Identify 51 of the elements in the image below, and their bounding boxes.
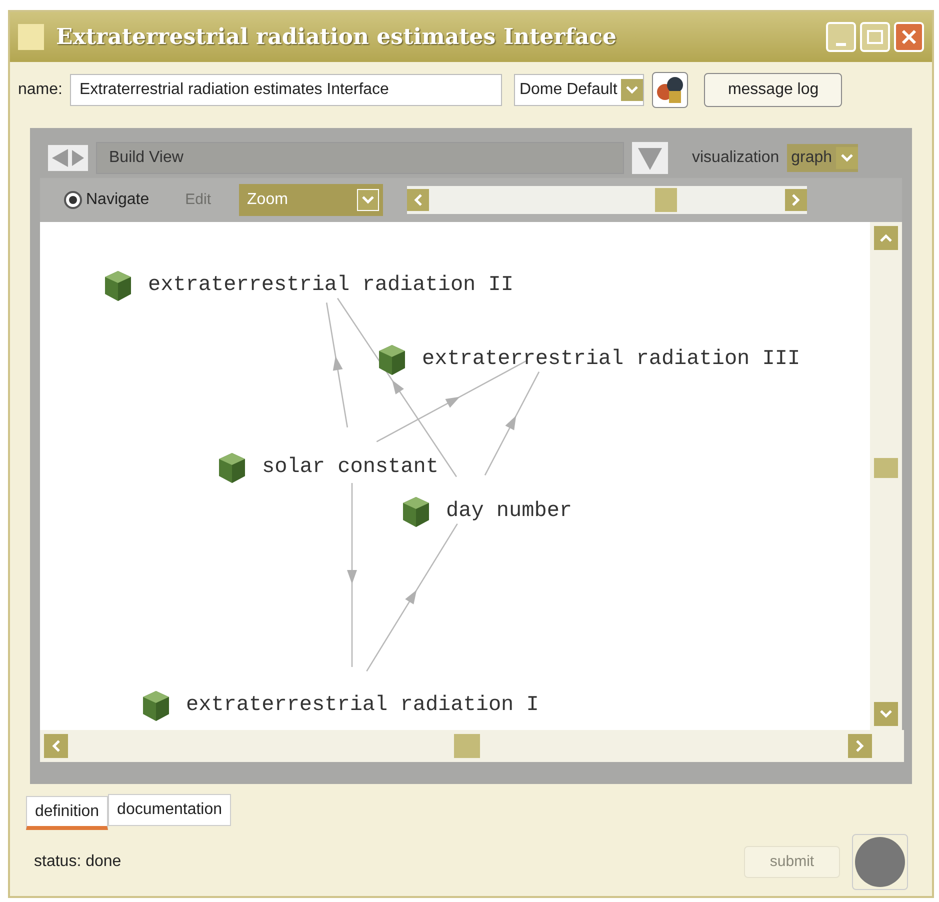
- radio-button[interactable]: [64, 191, 82, 209]
- scroll-thumb[interactable]: [874, 458, 898, 478]
- scroll-down-button[interactable]: [874, 702, 898, 726]
- chevron-icon: [855, 740, 865, 752]
- message-log-button[interactable]: message log: [704, 73, 842, 107]
- navigate-radio[interactable]: Navigate: [64, 188, 150, 212]
- color-scheme-button[interactable]: [652, 72, 688, 108]
- minimize-button[interactable]: [826, 22, 856, 52]
- node-label: extraterrestrial radiation III: [422, 347, 800, 374]
- navigate-label: Navigate: [86, 190, 150, 210]
- close-icon: [901, 29, 917, 45]
- chevron-icon: [51, 740, 61, 752]
- window-title: Extraterrestrial radiation estimates Interface: [56, 22, 616, 52]
- chevron-icon: [880, 710, 892, 718]
- zoom-scrollbar[interactable]: [407, 186, 808, 214]
- tab[interactable]: definition: [26, 796, 108, 830]
- cube-icon: [402, 496, 430, 528]
- maximize-button[interactable]: [860, 22, 890, 52]
- cube-icon: [218, 452, 246, 484]
- chevron-icon: [413, 194, 424, 206]
- dome-select[interactable]: Dome Default: [514, 74, 644, 106]
- node-label: extraterrestrial radiation I: [186, 693, 539, 720]
- status-indicator-icon: [852, 834, 908, 890]
- scroll-thumb[interactable]: [655, 188, 678, 212]
- view-select[interactable]: Build View: [96, 142, 624, 174]
- close-button[interactable]: [894, 22, 924, 52]
- scroll-left-button[interactable]: [407, 189, 430, 211]
- visualization-label: visualization: [692, 148, 780, 168]
- status-text: status: done: [34, 852, 122, 872]
- visualization-select[interactable]: graph: [787, 144, 858, 172]
- navigation-arrows-icon[interactable]: [48, 145, 88, 171]
- vertical-scrollbar[interactable]: [870, 222, 902, 730]
- app-icon: [18, 24, 44, 50]
- scroll-right-button[interactable]: [848, 734, 872, 758]
- chevron-icon: [880, 234, 892, 242]
- cube-icon: [378, 344, 406, 376]
- tab[interactable]: documentation: [108, 794, 232, 826]
- cube-icon: [142, 690, 170, 722]
- scroll-left-button[interactable]: [44, 734, 68, 758]
- scroll-up-button[interactable]: [874, 226, 898, 250]
- scroll-thumb[interactable]: [454, 734, 480, 758]
- scroll-right-button[interactable]: [785, 189, 808, 211]
- name-field[interactable]: Extraterrestrial radiation estimates Interface: [70, 74, 502, 106]
- node-label: extraterrestrial radiation II: [148, 273, 514, 300]
- horizontal-scrollbar[interactable]: [40, 730, 904, 762]
- cube-icon: [104, 270, 132, 302]
- chevron-icon: [791, 194, 802, 206]
- node-label: solar constant: [262, 455, 438, 482]
- palette-icon: [655, 75, 686, 105]
- node-label: day number: [446, 499, 572, 526]
- name-label: name:: [18, 80, 62, 100]
